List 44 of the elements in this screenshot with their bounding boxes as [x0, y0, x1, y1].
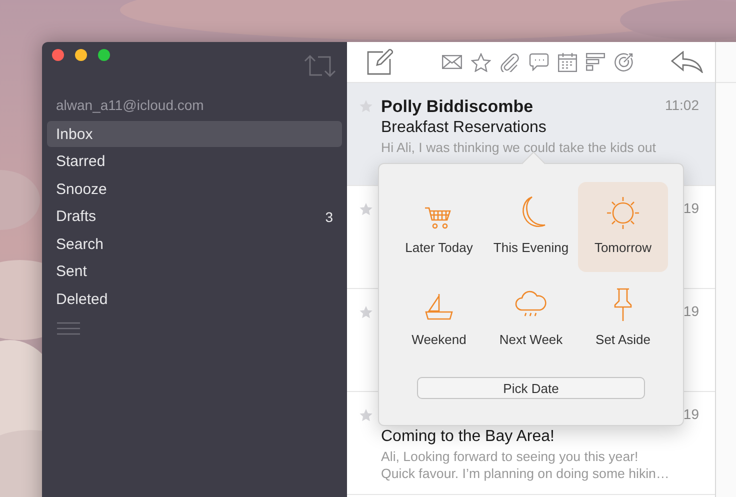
sun-icon: [606, 196, 640, 230]
target-icon[interactable]: [614, 52, 634, 72]
chat-bubble-icon[interactable]: [529, 53, 549, 71]
message-time: 19: [683, 406, 699, 424]
snooze-option[interactable]: Tomorrow: [578, 182, 668, 272]
menu-icon[interactable]: [57, 322, 80, 334]
bars-icon[interactable]: [586, 53, 605, 71]
mailbox-item[interactable]: Starred: [47, 148, 342, 174]
sender-name: Polly Biddiscombe: [381, 97, 534, 118]
mailbox-item[interactable]: Snooze: [47, 176, 342, 202]
snooze-option[interactable]: Next Week: [486, 274, 576, 364]
sync-icon[interactable]: [304, 54, 336, 78]
cart-icon: [424, 206, 454, 230]
mailbox-item[interactable]: Inbox: [47, 121, 342, 147]
message-time: 19: [683, 200, 699, 218]
close-button[interactable]: [52, 49, 64, 61]
message-time: 11:02: [665, 97, 699, 115]
star-icon[interactable]: [359, 305, 373, 319]
calendar-icon[interactable]: [558, 52, 577, 72]
message-preview: Hi Ali, I was thinking we could take the kids out: [381, 139, 657, 156]
paperclip-icon[interactable]: [500, 52, 520, 72]
mailbox-item[interactable]: Deleted: [47, 286, 342, 312]
mailbox-item[interactable]: Drafts 3: [47, 204, 342, 230]
mailbox-item[interactable]: Search: [47, 231, 342, 257]
envelope-icon[interactable]: [442, 55, 462, 69]
snooze-option[interactable]: Weekend: [394, 274, 484, 364]
compose-icon[interactable]: [367, 49, 393, 75]
zoom-button[interactable]: [98, 49, 110, 61]
account-label: alwan_a11@icloud.com: [55, 96, 205, 115]
message-time: 19: [683, 303, 699, 321]
sailboat-icon: [424, 292, 454, 322]
star-icon[interactable]: [359, 408, 373, 422]
snooze-option[interactable]: Set Aside: [578, 274, 668, 364]
mailbox-item[interactable]: Sent: [47, 258, 342, 284]
message-subject: Breakfast Reservations: [381, 119, 548, 138]
reply-icon[interactable]: [671, 51, 703, 73]
message-preview: Quick favour. I’m planning on doing some hikin…: [381, 465, 670, 482]
message-subject: Coming to the Bay Area!: [381, 428, 556, 447]
message-preview: Ali, Looking forward to seeing you this year!: [381, 448, 640, 465]
pick-date-button[interactable]: Pick Date: [417, 377, 645, 399]
minimize-button[interactable]: [75, 49, 87, 61]
star-icon[interactable]: [359, 202, 373, 216]
pushpin-icon: [612, 288, 634, 322]
star-icon[interactable]: [471, 52, 491, 72]
